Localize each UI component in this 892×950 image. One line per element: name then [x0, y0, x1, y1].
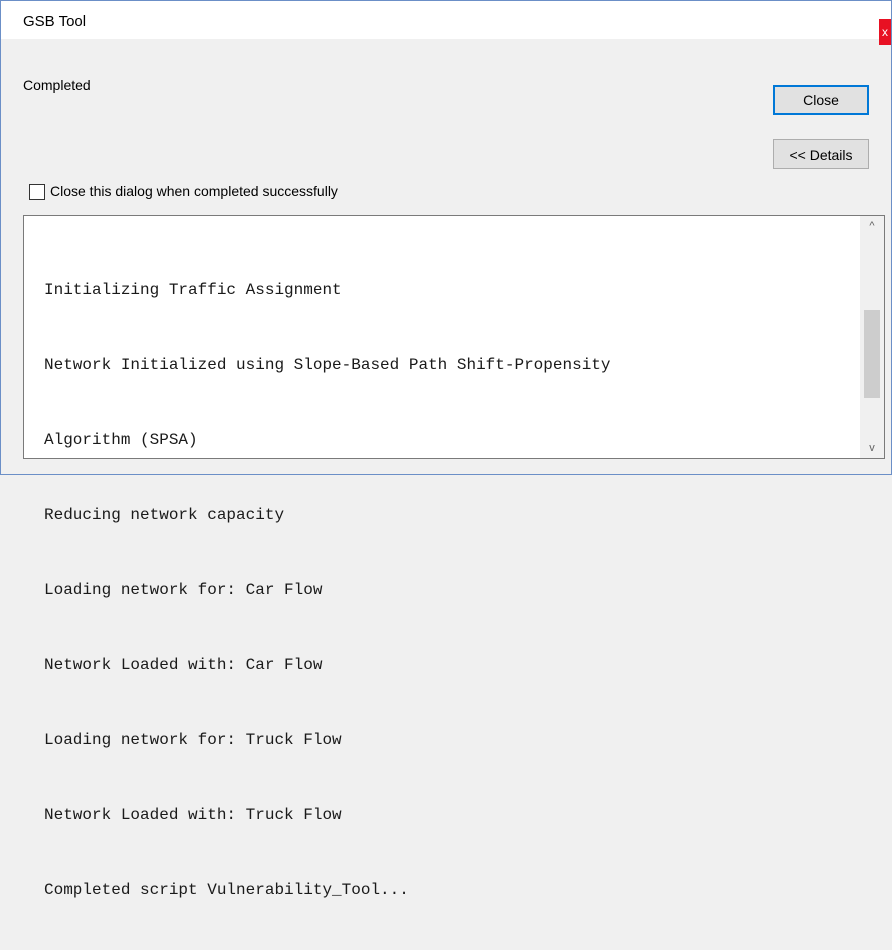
log-scrollbar[interactable]: ^ v — [860, 216, 884, 458]
close-on-complete-checkbox[interactable] — [29, 184, 45, 200]
window-close-icon[interactable]: x — [879, 19, 891, 45]
close-on-complete-label[interactable]: Close this dialog when completed success… — [50, 183, 338, 199]
details-button[interactable]: << Details — [773, 139, 869, 169]
log-line: Network Loaded with: Truck Flow — [44, 806, 342, 824]
scroll-down-icon[interactable]: v — [860, 438, 884, 458]
dialog-window: GSB Tool x Completed Close << Details Cl… — [0, 0, 892, 899]
log-line: Loading network for: Car Flow — [44, 581, 323, 599]
scrollbar-thumb[interactable] — [864, 310, 880, 398]
log-line: Initializing Traffic Assignment — [44, 281, 342, 299]
close-button[interactable]: Close — [773, 85, 869, 115]
status-text: Completed — [23, 77, 91, 93]
log-line: Network Loaded with: Car Flow — [44, 656, 323, 674]
log-line: Loading network for: Truck Flow — [44, 731, 342, 749]
window-title: GSB Tool — [23, 13, 87, 30]
scroll-up-icon[interactable]: ^ — [860, 216, 884, 236]
log-line: Completed script Vulnerability_Tool... — [44, 881, 409, 899]
log-line: Network Initialized using Slope-Based Pa… — [44, 356, 611, 374]
title-bar[interactable]: GSB Tool x — [1, 1, 891, 45]
log-lines: Initializing Traffic Assignment Network … — [44, 228, 611, 950]
log-line: Reducing network capacity — [44, 506, 285, 524]
log-line: Algorithm (SPSA) — [44, 431, 198, 449]
log-output[interactable]: Initializing Traffic Assignment Network … — [23, 215, 885, 899]
